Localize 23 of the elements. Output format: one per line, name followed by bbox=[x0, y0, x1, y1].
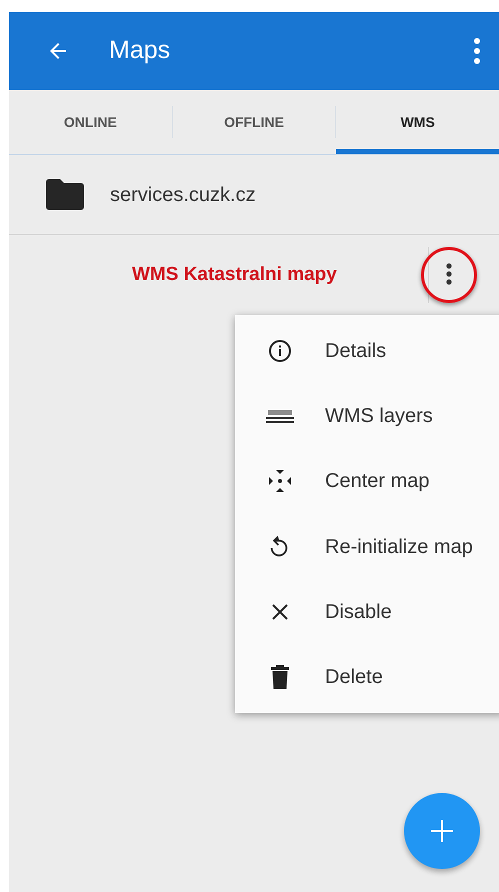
more-vertical-icon bbox=[446, 263, 452, 285]
menu-item[interactable]: Details bbox=[235, 318, 499, 384]
info-icon bbox=[268, 338, 292, 363]
close-icon bbox=[272, 604, 288, 620]
menu-item[interactable]: Delete bbox=[235, 644, 499, 710]
screen-title: Maps bbox=[109, 35, 172, 66]
menu-item[interactable]: Disable bbox=[235, 579, 499, 645]
tab[interactable]: ONLINE bbox=[9, 90, 172, 154]
tab[interactable]: WMS bbox=[336, 90, 499, 154]
add-button[interactable] bbox=[404, 793, 480, 869]
menu-item[interactable]: WMS layers bbox=[235, 383, 499, 449]
menu-item[interactable]: Re-initialize map bbox=[235, 514, 499, 580]
menu-item[interactable]: Center map bbox=[235, 448, 499, 514]
center-icon bbox=[268, 469, 292, 494]
folder-icon bbox=[46, 179, 84, 210]
wms-service-name[interactable]: WMS Katastralni mapy bbox=[132, 260, 337, 290]
tab[interactable]: OFFLINE bbox=[172, 90, 336, 154]
trash-icon bbox=[271, 665, 289, 690]
folder-row[interactable]: services.cuzk.cz bbox=[9, 155, 499, 235]
more-vertical-icon bbox=[473, 37, 481, 65]
layers-icon bbox=[266, 408, 294, 423]
plus-icon bbox=[431, 820, 453, 842]
folder-name: services.cuzk.cz bbox=[110, 182, 256, 208]
